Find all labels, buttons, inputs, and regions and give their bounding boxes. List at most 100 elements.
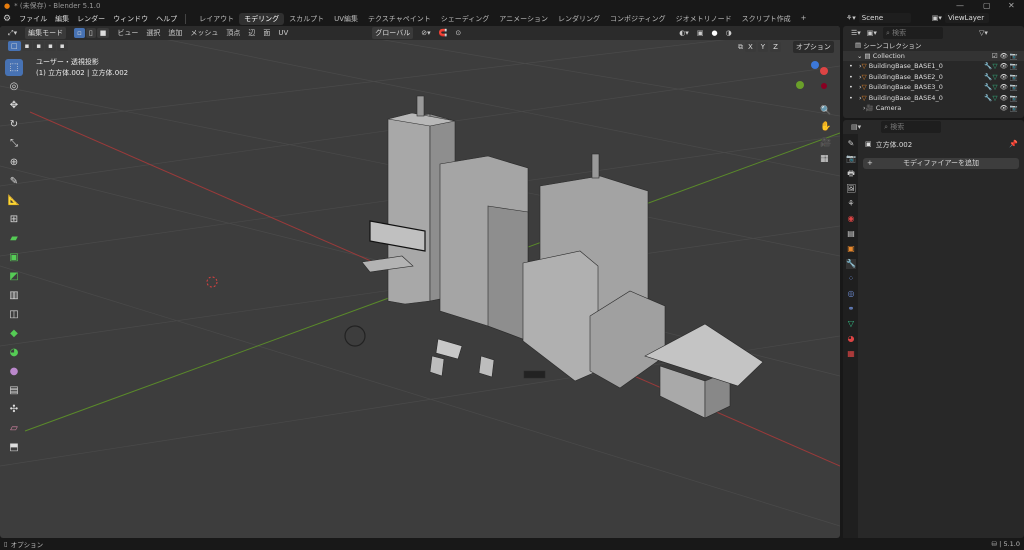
- edge-select-button[interactable]: ▯: [85, 28, 96, 38]
- scene-collection-row[interactable]: ▤ シーンコレクション: [843, 40, 1024, 51]
- outliner-item[interactable]: • › ▽ BuildingBase_BASE1_0 🔧▽ 👁 📷: [843, 61, 1024, 72]
- output-tab-icon[interactable]: 🖶: [846, 169, 856, 179]
- filter-icon[interactable]: ▣▾: [867, 29, 877, 37]
- transform-orientation[interactable]: グローバル: [372, 27, 414, 39]
- zoom-icon[interactable]: 🔍: [820, 106, 831, 116]
- select-invert-icon[interactable]: ▪: [45, 41, 56, 51]
- add-cube-tool-icon[interactable]: ⊞: [5, 211, 23, 228]
- funnel-icon[interactable]: ▽▾: [979, 29, 988, 37]
- collection-tab-icon[interactable]: ▤: [846, 229, 856, 239]
- menu-vertex[interactable]: 頂点: [226, 28, 240, 38]
- menu-help[interactable]: ヘルプ: [156, 14, 177, 24]
- tab-shading[interactable]: シェーディング: [436, 13, 495, 25]
- proportional-edit-icon[interactable]: ⊙: [455, 29, 461, 37]
- outliner-item[interactable]: • › ▽ BuildingBase_BASE3_0 🔧▽ 👁 📷: [843, 82, 1024, 93]
- texture-tab-icon[interactable]: ▦: [846, 349, 856, 359]
- axis-z-toggle[interactable]: Z: [770, 42, 781, 52]
- outliner-item[interactable]: › 🎥 Camera 👁 📷: [843, 103, 1024, 114]
- bevel-tool-icon[interactable]: ◩: [5, 268, 23, 285]
- editor-type-icon[interactable]: ▤▾: [851, 123, 861, 131]
- close-button[interactable]: ✕: [1008, 1, 1015, 10]
- view-layer-tab-icon[interactable]: 🖼: [846, 184, 856, 194]
- loop-cut-tool-icon[interactable]: ▥: [5, 287, 23, 304]
- render-tab-icon[interactable]: 📷: [846, 154, 856, 164]
- editor-type-icon[interactable]: ⤢▾: [8, 29, 17, 38]
- snap-icon[interactable]: 🧲: [439, 29, 448, 37]
- material-shading-icon[interactable]: ◑: [726, 29, 732, 37]
- material-tab-icon[interactable]: ◕: [846, 334, 856, 344]
- collection-row[interactable]: ⌄ ▤ Collection ☑ 👁 📷: [843, 50, 1024, 61]
- xray-icon[interactable]: ▣: [697, 29, 704, 37]
- 3d-viewport[interactable]: ⤢▾ 編集モード ▫ ▯ ■ ビュー 選択 追加 メッシュ 頂点 辺 面 UV …: [0, 26, 840, 538]
- add-modifier-button[interactable]: + モディファイアーを追加: [863, 158, 1019, 169]
- rip-tool-icon[interactable]: ⬒: [5, 439, 23, 456]
- scene-tab-icon[interactable]: ⚘: [846, 199, 856, 209]
- outliner-item[interactable]: • › ▽ BuildingBase_BASE2_0 🔧▽ 👁 📷: [843, 72, 1024, 83]
- move-tool-icon[interactable]: ✥: [5, 97, 23, 114]
- select-box-tool-icon[interactable]: ⬚: [5, 59, 23, 76]
- camera-view-icon[interactable]: 🎥: [820, 138, 831, 148]
- menu-file[interactable]: ファイル: [19, 14, 47, 24]
- scene-selector[interactable]: Scene: [858, 13, 911, 23]
- overlays-icon[interactable]: ◐▾: [679, 29, 689, 37]
- tab-animation[interactable]: アニメーション: [494, 13, 553, 25]
- add-workspace-button[interactable]: +: [796, 13, 812, 25]
- tab-compositing[interactable]: コンポジティング: [605, 13, 671, 25]
- transform-tool-icon[interactable]: ⊕: [5, 154, 23, 171]
- shrink-fatten-tool-icon[interactable]: ✣: [5, 401, 23, 418]
- menu-render[interactable]: レンダー: [77, 14, 105, 24]
- select-new-icon[interactable]: □: [8, 41, 21, 51]
- menu-mesh[interactable]: メッシュ: [190, 28, 218, 38]
- particles-tab-icon[interactable]: ⁘: [846, 274, 856, 284]
- mode-selector[interactable]: 編集モード: [25, 27, 67, 39]
- knife-tool-icon[interactable]: ◫: [5, 306, 23, 323]
- physics-tab-icon[interactable]: ◎: [846, 289, 856, 299]
- menu-select[interactable]: 選択: [146, 28, 160, 38]
- face-select-button[interactable]: ■: [96, 28, 110, 38]
- tab-sculpt[interactable]: スカルプト: [284, 13, 329, 25]
- outliner-search[interactable]: ⌕ 検索: [882, 27, 943, 39]
- menu-uv[interactable]: UV: [278, 29, 288, 37]
- smooth-tool-icon[interactable]: ●: [5, 363, 23, 380]
- visibility-icons[interactable]: ☑ 👁 📷: [992, 52, 1018, 60]
- viewlayer-icon[interactable]: ▣▾: [932, 14, 942, 22]
- data-tab-icon[interactable]: ▽: [846, 319, 856, 329]
- poly-build-tool-icon[interactable]: ◆: [5, 325, 23, 342]
- axis-x-toggle[interactable]: X: [745, 42, 756, 52]
- menu-add[interactable]: 追加: [168, 28, 182, 38]
- solid-shading-icon[interactable]: ●: [711, 29, 717, 37]
- object-tab-icon[interactable]: ▣: [846, 244, 856, 254]
- modifier-tab-icon[interactable]: 🔧: [846, 259, 856, 269]
- pin-icon[interactable]: 📌: [1009, 140, 1018, 148]
- cursor-tool-icon[interactable]: ◎: [5, 78, 23, 95]
- menu-edit[interactable]: 編集: [55, 14, 69, 24]
- tab-scripting[interactable]: スクリプト作成: [737, 13, 796, 25]
- display-mode-icon[interactable]: ☰▾: [851, 29, 861, 37]
- viewport-scene[interactable]: [0, 26, 840, 538]
- select-extend-icon[interactable]: ▪: [21, 41, 33, 51]
- spin-tool-icon[interactable]: ◕: [5, 344, 23, 361]
- select-subtract-icon[interactable]: ▪: [33, 41, 45, 51]
- tab-texture-paint[interactable]: テクスチャペイント: [363, 13, 436, 25]
- annotate-tool-icon[interactable]: ✎: [5, 173, 23, 190]
- maximize-button[interactable]: ▢: [983, 1, 991, 10]
- scale-tool-icon[interactable]: ⤡: [5, 135, 23, 152]
- viewlayer-selector[interactable]: ViewLayer: [944, 13, 989, 23]
- menu-face[interactable]: 面: [263, 28, 270, 38]
- ortho-grid-icon[interactable]: ▦: [820, 154, 831, 164]
- blender-menu-icon[interactable]: ⚙: [3, 14, 11, 24]
- properties-search[interactable]: ⌕ 検索: [881, 121, 942, 133]
- minimize-button[interactable]: —: [956, 1, 964, 10]
- shear-tool-icon[interactable]: ▱: [5, 420, 23, 437]
- vertex-select-button[interactable]: ▫: [74, 28, 85, 38]
- axis-y-toggle[interactable]: Y: [757, 42, 769, 52]
- pivot-icon[interactable]: ⊘▾: [421, 29, 430, 37]
- select-intersect-icon[interactable]: ▪: [56, 41, 68, 51]
- pan-hand-icon[interactable]: ✋: [820, 122, 831, 132]
- tab-modeling[interactable]: モデリング: [239, 13, 285, 25]
- outliner-item[interactable]: • › ▽ BuildingBase_BASE4_0 🔧▽ 👁 📷: [843, 93, 1024, 104]
- tab-uv[interactable]: UV編集: [329, 13, 363, 25]
- scene-icon[interactable]: ⚘▾: [846, 14, 856, 22]
- edge-slide-tool-icon[interactable]: ▤: [5, 382, 23, 399]
- options-dropdown[interactable]: オプション: [792, 41, 834, 53]
